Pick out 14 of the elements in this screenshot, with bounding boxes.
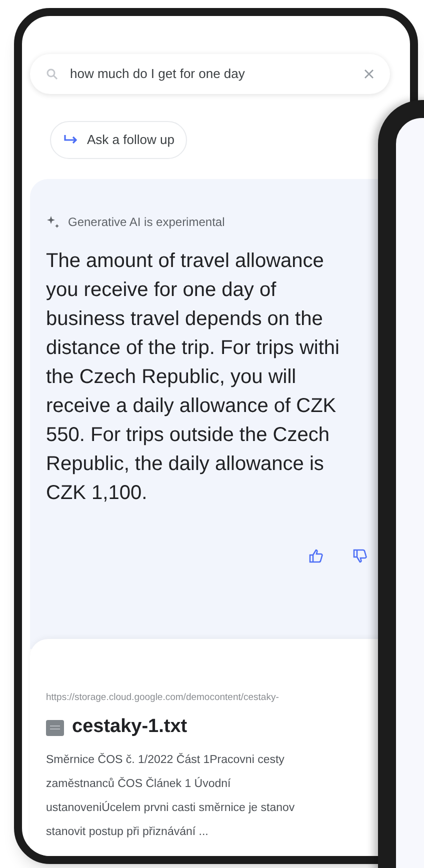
sparkle-icon [46, 215, 60, 229]
close-icon[interactable] [364, 69, 374, 79]
result-snippet: Směrnice ČOS č. 1/2022 Část 1Pracovni cesty zaměstnanců ČOS Článek 1 Úvodní ustanoveniÚcelem prvni casti směrnice je stanov stanovit postup při přiznávání ... [46, 752, 295, 840]
thumbs-up-icon[interactable] [308, 548, 324, 564]
search-icon [46, 68, 58, 80]
search-query: how much do I get for one day [70, 65, 246, 84]
thumbs-down-icon[interactable] [352, 548, 368, 564]
ai-notice: Generative AI is experimental [68, 214, 225, 231]
search-field[interactable]: how much do I get for one day [30, 54, 390, 94]
answer-text: The amount of travel allowance you receive for one day of business travel depends on the distance of the trip. For trips withi the Czech Republic, you will receive a daily allowance of CZK 550. For trips outside the Czech Republic, the daily allowance is CZK 1,100. [46, 249, 340, 506]
follow-up-button[interactable]: Ask a follow up [50, 121, 188, 159]
arrow-icon [63, 134, 79, 146]
result-title[interactable]: cestaky-1.txt [72, 713, 188, 742]
document-icon [46, 720, 64, 736]
